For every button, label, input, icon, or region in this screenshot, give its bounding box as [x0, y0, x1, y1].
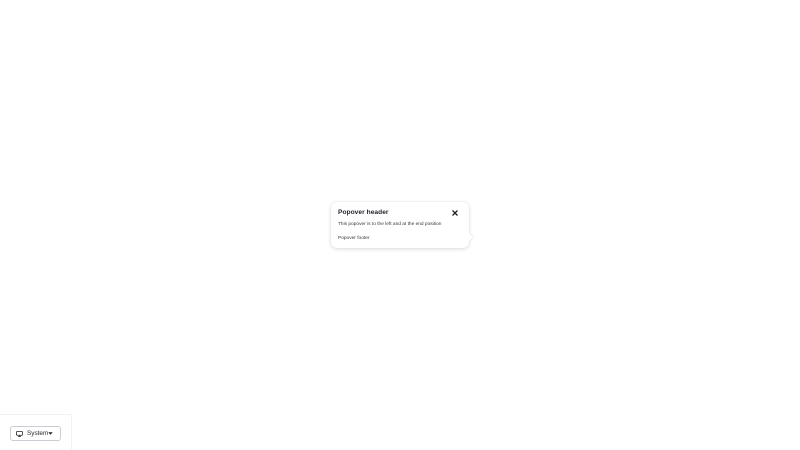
popover: Popover header This popover is to the le…	[331, 202, 474, 248]
theme-select-value: System	[27, 429, 49, 437]
theme-select[interactable]: System	[10, 426, 61, 441]
monitor-icon	[16, 430, 23, 437]
caret-down-icon	[48, 432, 53, 435]
popover-arrow	[464, 232, 474, 242]
popover-body: This popover is to the left and at the e…	[338, 222, 442, 227]
theme-panel: System	[0, 414, 72, 450]
close-button[interactable]	[450, 209, 459, 218]
close-icon	[451, 210, 458, 216]
popover-footer: Popover footer	[338, 236, 370, 241]
popover-header: Popover header	[338, 208, 462, 218]
popover-title: Popover header	[338, 209, 389, 216]
page: Popover header This popover is to the le…	[0, 0, 800, 450]
